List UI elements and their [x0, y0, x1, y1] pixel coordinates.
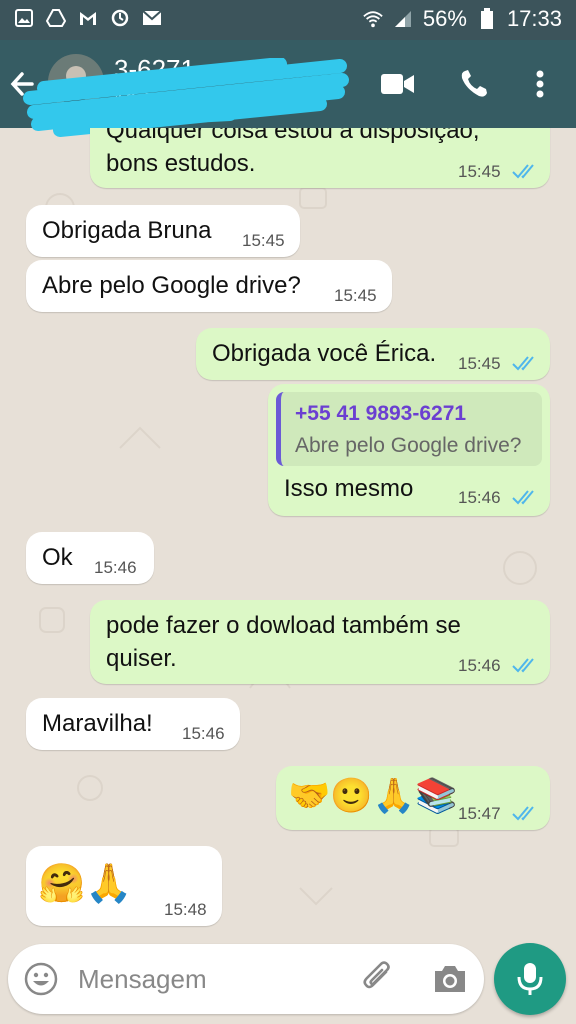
message-bubble-outgoing-reply[interactable]: +55 41 9893-6271 Abre pelo Google drive?…: [268, 384, 550, 516]
emoji-icon[interactable]: [24, 962, 58, 996]
wifi-icon: [363, 9, 383, 29]
read-ticks-icon: [512, 806, 534, 821]
message-time: 15:45: [458, 354, 501, 373]
message-bubble-outgoing[interactable]: 🤝🙂🙏📚 15:47: [276, 766, 550, 830]
message-text: Obrigada Bruna: [42, 217, 212, 244]
message-text: Ok: [42, 544, 73, 571]
message-bubble-incoming[interactable]: Obrigada Bruna 15:45: [26, 205, 300, 257]
system-status: 56% 17:33: [363, 6, 562, 32]
message-text: Qualquer coisa estou à disposição, bons …: [106, 128, 480, 177]
message-time: 15:48: [164, 900, 207, 919]
mic-button[interactable]: [494, 943, 566, 1015]
message-list[interactable]: Qualquer coisa estou à disposição, bons …: [0, 128, 576, 938]
mail-icon: [142, 8, 162, 28]
message-time: 15:45: [242, 231, 285, 250]
message-time: 15:45: [458, 162, 501, 181]
message-bubble-incoming[interactable]: 🤗🙏 15:48: [26, 846, 222, 926]
quoted-sender: +55 41 9893-6271: [295, 402, 467, 425]
signal-icon: [393, 9, 413, 29]
message-composer: [8, 944, 484, 1014]
message-time: 15:46: [94, 558, 137, 577]
gallery-icon: [14, 8, 34, 28]
message-text: Obrigada você Érica.: [212, 340, 437, 367]
status-bar: 56% 17:33: [0, 0, 576, 40]
quoted-text: Abre pelo Google drive?: [295, 434, 522, 457]
message-bubble-outgoing[interactable]: Qualquer coisa estou à disposição, bons …: [90, 128, 550, 188]
battery-percent: 56%: [422, 6, 467, 31]
message-bubble-outgoing[interactable]: pode fazer o dowload também se quiser. 1…: [90, 600, 550, 684]
redaction-scribble: [23, 58, 349, 137]
message-emoji: 🤗🙏: [38, 863, 133, 905]
read-ticks-icon: [512, 490, 534, 505]
clock: 17:33: [506, 6, 562, 31]
camera-icon[interactable]: [432, 962, 468, 996]
message-time: 15:47: [458, 804, 501, 823]
more-options-icon[interactable]: [520, 64, 560, 104]
read-ticks-icon: [512, 356, 534, 371]
read-ticks-icon: [512, 658, 534, 673]
sync-icon: [110, 8, 130, 28]
message-emoji: 🤝🙂🙏📚: [288, 777, 458, 815]
chat-header: 3-6271 16:04: [0, 40, 576, 137]
phone-icon[interactable]: [454, 64, 494, 104]
message-bubble-incoming[interactable]: Ok 15:46: [26, 532, 154, 584]
video-call-icon[interactable]: [378, 64, 418, 104]
message-time: 15:45: [334, 286, 377, 305]
message-time: 15:46: [458, 488, 501, 507]
message-text: Maravilha!: [42, 710, 153, 737]
gmail-icon: [78, 8, 98, 28]
battery-icon: [477, 8, 497, 29]
notification-icons: [14, 8, 162, 28]
message-time: 15:46: [182, 724, 225, 743]
message-bubble-outgoing[interactable]: Obrigada você Érica. 15:45: [196, 328, 550, 380]
message-time: 15:46: [458, 656, 501, 675]
message-bubble-incoming[interactable]: Maravilha! 15:46: [26, 698, 240, 750]
mic-icon: [517, 963, 543, 995]
message-text: Isso mesmo: [284, 475, 414, 502]
message-bubble-incoming[interactable]: Abre pelo Google drive? 15:45: [26, 260, 392, 312]
attach-icon[interactable]: [360, 960, 396, 996]
read-ticks-icon: [512, 164, 534, 179]
message-text: pode fazer o dowload também se quiser.: [106, 612, 461, 672]
message-input[interactable]: [76, 956, 340, 1002]
quoted-message[interactable]: +55 41 9893-6271 Abre pelo Google drive?: [276, 392, 542, 466]
drive-icon: [46, 8, 66, 28]
message-text: Abre pelo Google drive?: [42, 272, 301, 299]
